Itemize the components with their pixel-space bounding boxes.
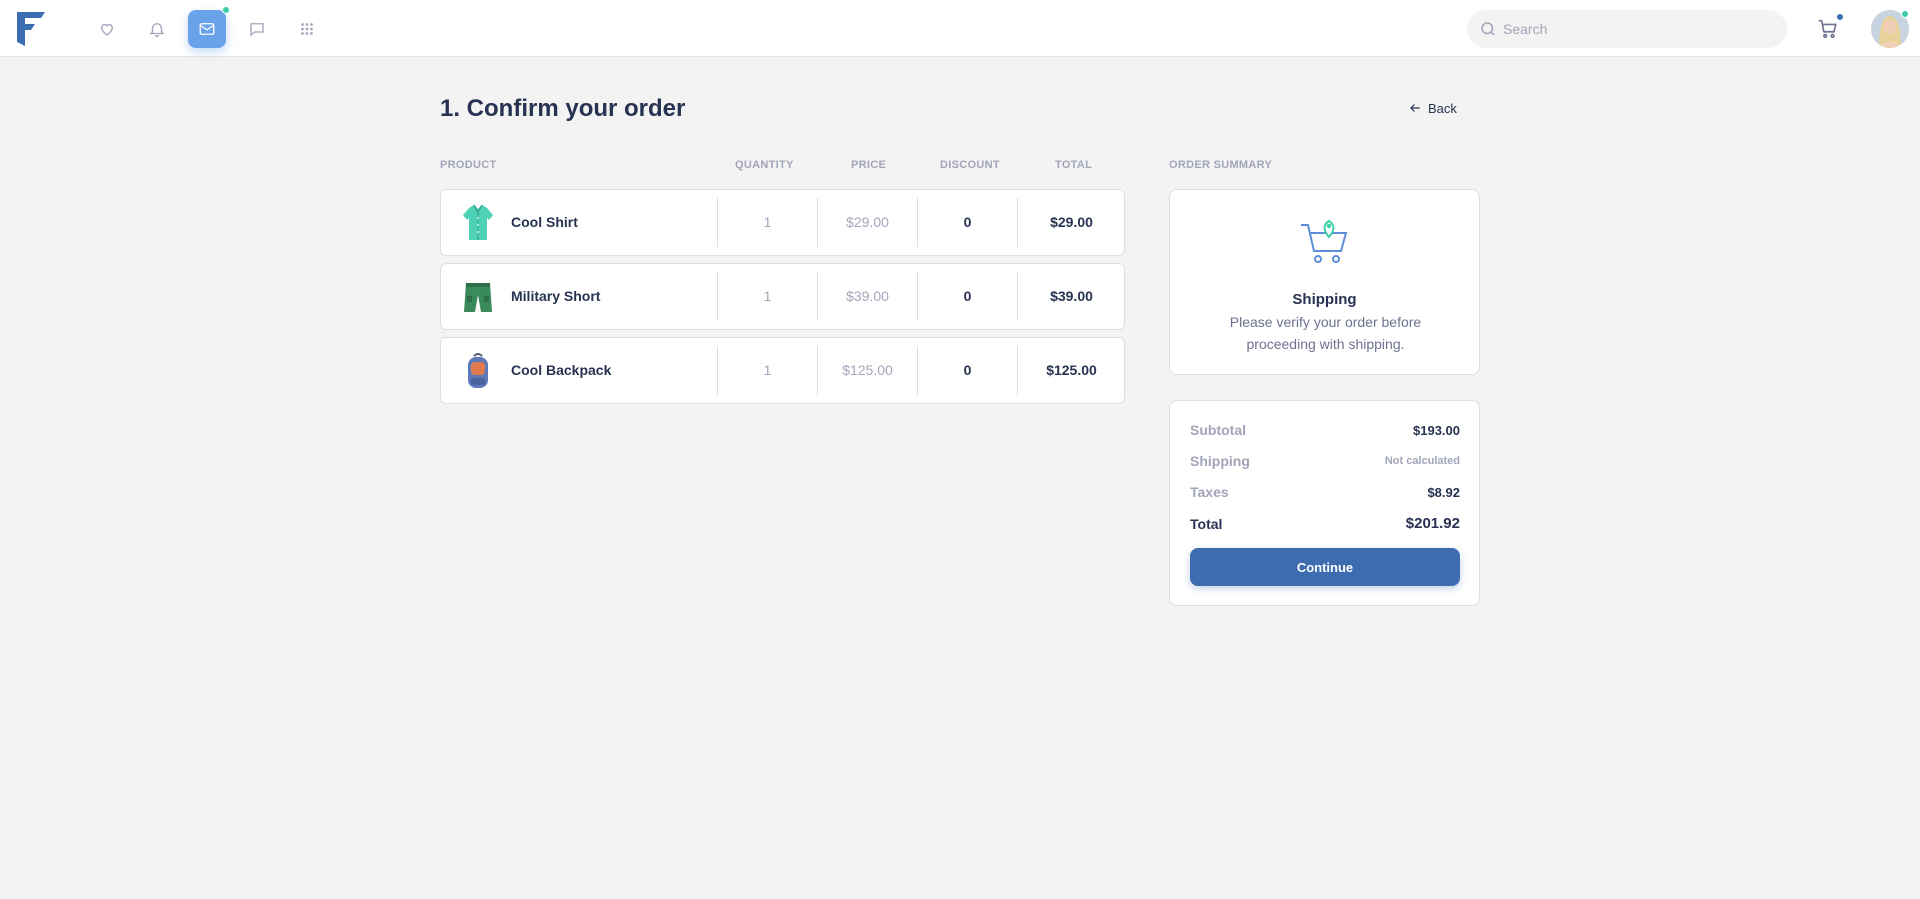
taxes-label: Taxes — [1190, 484, 1229, 500]
product-name: Cool Backpack — [511, 362, 612, 378]
quantity-value: 1 — [763, 362, 772, 378]
arrow-left-icon — [1410, 104, 1420, 112]
product-name: Cool Shirt — [511, 214, 578, 230]
search-input[interactable] — [1503, 10, 1773, 48]
page-title: 1. Confirm your order — [440, 95, 686, 122]
subtotal-label: Subtotal — [1190, 422, 1246, 438]
total-label: Total — [1190, 515, 1223, 532]
continue-button[interactable]: Continue — [1190, 548, 1460, 586]
back-button[interactable]: Back — [1400, 96, 1465, 120]
shipping-title: Shipping — [1292, 291, 1357, 308]
shipping-cart-icon — [1301, 219, 1348, 263]
column-header-discount: DISCOUNT — [940, 159, 1000, 171]
shipping-label: Shipping — [1190, 453, 1250, 469]
product-name: Military Short — [511, 288, 601, 304]
total-value: $29.00 — [1050, 214, 1093, 230]
shipping-row: Shipping Not calculated — [1190, 453, 1460, 469]
chat-icon[interactable] — [238, 10, 276, 48]
heart-icon[interactable] — [88, 10, 126, 48]
online-status-dot — [1901, 10, 1909, 18]
cart-icon[interactable] — [1813, 13, 1844, 44]
order-summary-card: Shipping Please verify your order before… — [1169, 189, 1480, 375]
discount-value: 0 — [963, 214, 972, 230]
bell-icon[interactable] — [138, 10, 176, 48]
notification-dot — [222, 6, 230, 14]
cart-badge-dot — [1836, 13, 1844, 21]
taxes-value: $8.92 — [1427, 484, 1460, 500]
subtotal-row: Subtotal $193.00 — [1190, 422, 1460, 438]
column-header-quantity: QUANTITY — [735, 159, 794, 171]
shorts-icon — [464, 283, 492, 312]
total-value: $201.92 — [1405, 515, 1460, 532]
column-header-total: TOTAL — [1055, 159, 1093, 171]
shipping-description: Please verify your order before proceedi… — [1229, 314, 1422, 352]
order-item-row: Military Short 1 $39.00 0 $39.00 — [440, 263, 1125, 330]
subtotal-value: $193.00 — [1413, 422, 1460, 438]
mail-icon[interactable] — [188, 6, 230, 48]
column-header-order-summary: ORDER SUMMARY — [1169, 159, 1273, 171]
order-item-row: Cool Shirt 1 $29.00 0 $29.00 — [440, 189, 1125, 256]
back-button-label: Back — [1428, 100, 1457, 116]
backpack-icon — [468, 353, 488, 388]
shipping-value: Not calculated — [1384, 455, 1460, 467]
totals-card: Subtotal $193.00 Shipping Not calculated… — [1169, 400, 1480, 606]
column-header-product: PRODUCT — [440, 159, 497, 171]
search-icon — [1481, 22, 1495, 36]
top-navbar — [0, 0, 1920, 57]
quantity-value: 1 — [763, 214, 772, 230]
shirt-icon — [463, 204, 493, 240]
total-value: $125.00 — [1046, 362, 1097, 378]
discount-value: 0 — [963, 362, 972, 378]
order-item-row: Cool Backpack 1 $125.00 0 $125.00 — [440, 337, 1125, 404]
discount-value: 0 — [963, 288, 972, 304]
grid-icon[interactable] — [288, 10, 326, 48]
total-value: $39.00 — [1050, 288, 1093, 304]
quantity-value: 1 — [763, 288, 772, 304]
price-value: $39.00 — [846, 288, 889, 304]
price-value: $125.00 — [842, 362, 893, 378]
price-value: $29.00 — [846, 214, 889, 230]
search-bar — [1467, 10, 1787, 48]
brand-logo-icon[interactable] — [17, 12, 45, 46]
total-row: Total $201.92 — [1190, 515, 1460, 532]
column-header-price: PRICE — [851, 159, 887, 171]
taxes-row: Taxes $8.92 — [1190, 484, 1460, 500]
